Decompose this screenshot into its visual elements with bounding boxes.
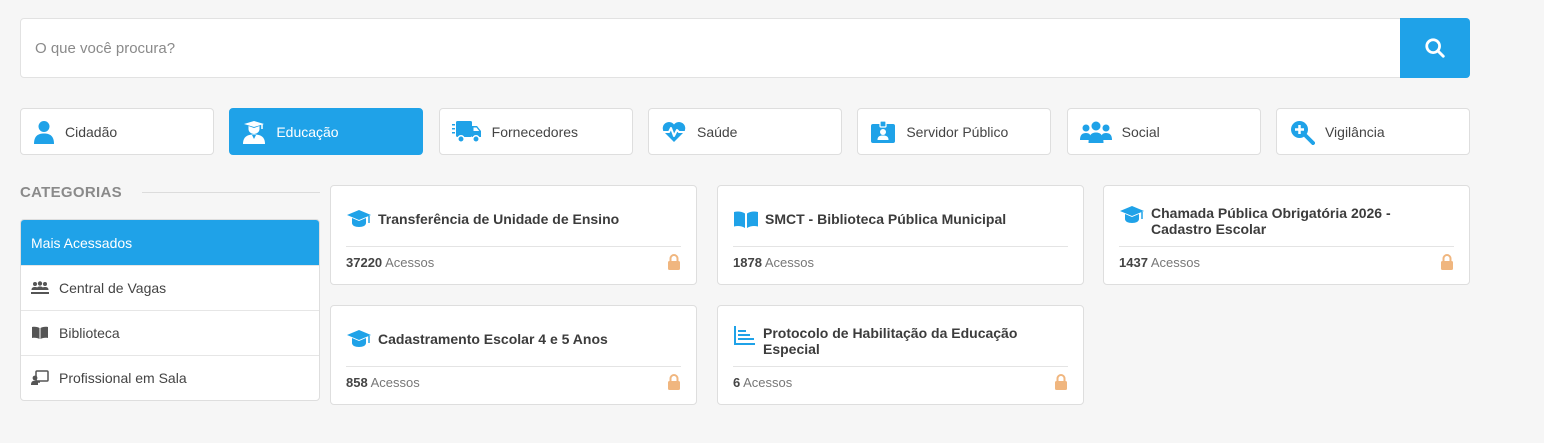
- book-open-icon: [734, 211, 758, 228]
- category-label: Mais Acessados: [31, 234, 133, 251]
- tab-social[interactable]: Social: [1066, 108, 1261, 155]
- access-count: 37220 Acessos: [346, 254, 435, 270]
- tab-label: Educação: [276, 123, 339, 140]
- categories-list: Mais Acessados Central de Vagas Bibliote…: [20, 219, 320, 401]
- service-card[interactable]: Protocolo de Habilitação da Educação Esp…: [717, 305, 1084, 405]
- tab-label: Saúde: [696, 123, 738, 140]
- divider: [346, 246, 681, 247]
- divider: [1119, 246, 1454, 247]
- divider: [346, 366, 681, 367]
- tab-label: Servidor Público: [906, 123, 1009, 140]
- chart-bar-icon: [734, 326, 755, 345]
- graduation-cap-icon: [347, 210, 371, 227]
- category-label: Profissional em Sala: [59, 370, 187, 386]
- service-card[interactable]: Transferência de Unidade de Ensino 37220…: [330, 185, 697, 285]
- lock-icon: [1055, 374, 1067, 390]
- heartbeat-icon: [661, 121, 686, 142]
- access-count: 858 Acessos: [346, 374, 420, 390]
- chalkboard-teacher-icon: [31, 370, 49, 385]
- card-title: Transferência de Unidade de Ensino: [378, 211, 620, 227]
- access-count: 6 Acessos: [733, 374, 793, 390]
- id-badge-icon: [871, 119, 896, 143]
- tab-cidadao[interactable]: Cidadão: [20, 108, 214, 155]
- category-item-biblioteca[interactable]: Biblioteca: [21, 310, 319, 355]
- search-bar: [20, 18, 1470, 78]
- card-title: Protocolo de Habilitação da Educação Esp…: [763, 325, 1018, 357]
- service-card[interactable]: Cadastramento Escolar 4 e 5 Anos 858 Ace…: [330, 305, 697, 405]
- divider: [733, 246, 1068, 247]
- tab-saude[interactable]: Saúde: [647, 108, 842, 155]
- category-item-mais-acessados[interactable]: Mais Acessados: [21, 220, 319, 265]
- access-count: 1437 Acessos: [1119, 254, 1200, 270]
- category-item-profissional-em-sala[interactable]: Profissional em Sala: [21, 355, 319, 400]
- tab-fornecedores[interactable]: Fornecedores: [438, 108, 633, 155]
- users-icon: [1079, 121, 1112, 143]
- service-card[interactable]: Chamada Pública Obrigatória 2026 - Cadas…: [1103, 185, 1470, 285]
- tab-label: Vigilância: [1324, 123, 1385, 140]
- category-item-central-de-vagas[interactable]: Central de Vagas: [21, 265, 319, 310]
- search-input[interactable]: [21, 19, 1400, 77]
- category-label: Central de Vagas: [59, 280, 167, 296]
- search-plus-icon: [1290, 120, 1315, 145]
- divider: [733, 366, 1068, 367]
- lock-icon: [1441, 254, 1453, 270]
- card-title: Chamada Pública Obrigatória 2026 - Cadas…: [1151, 205, 1391, 237]
- tab-vigilancia[interactable]: Vigilância: [1275, 108, 1470, 155]
- teacher-icon: [243, 120, 266, 144]
- service-card[interactable]: SMCT - Biblioteca Pública Municipal 1878…: [717, 185, 1084, 285]
- divider: [141, 192, 320, 193]
- tab-servidor-publico[interactable]: Servidor Público: [857, 108, 1052, 155]
- book-icon: [32, 326, 48, 339]
- tab-label: Cidadão: [65, 123, 118, 140]
- people-icon: [31, 281, 49, 294]
- tab-label: Social: [1121, 123, 1160, 140]
- search-icon: [1425, 38, 1445, 58]
- tab-label: Fornecedores: [491, 123, 579, 140]
- category-tabs: Cidadão Educação Fornecedores Saúde Serv…: [20, 108, 1470, 155]
- card-title: Cadastramento Escolar 4 e 5 Anos: [378, 331, 608, 347]
- access-count: 1878 Acessos: [733, 254, 814, 270]
- user-icon: [34, 120, 54, 144]
- tab-educacao[interactable]: Educação: [229, 108, 424, 155]
- card-title: SMCT - Biblioteca Pública Municipal: [765, 211, 1007, 227]
- categories-title: CATEGORIAS: [20, 184, 122, 201]
- graduation-cap-icon: [1120, 206, 1144, 223]
- category-label: Biblioteca: [59, 325, 120, 341]
- lock-icon: [668, 374, 680, 390]
- categories-heading: CATEGORIAS: [20, 184, 320, 201]
- truck-icon: [451, 120, 481, 143]
- lock-icon: [668, 254, 680, 270]
- graduation-cap-icon: [347, 330, 371, 347]
- search-button[interactable]: [1400, 18, 1470, 78]
